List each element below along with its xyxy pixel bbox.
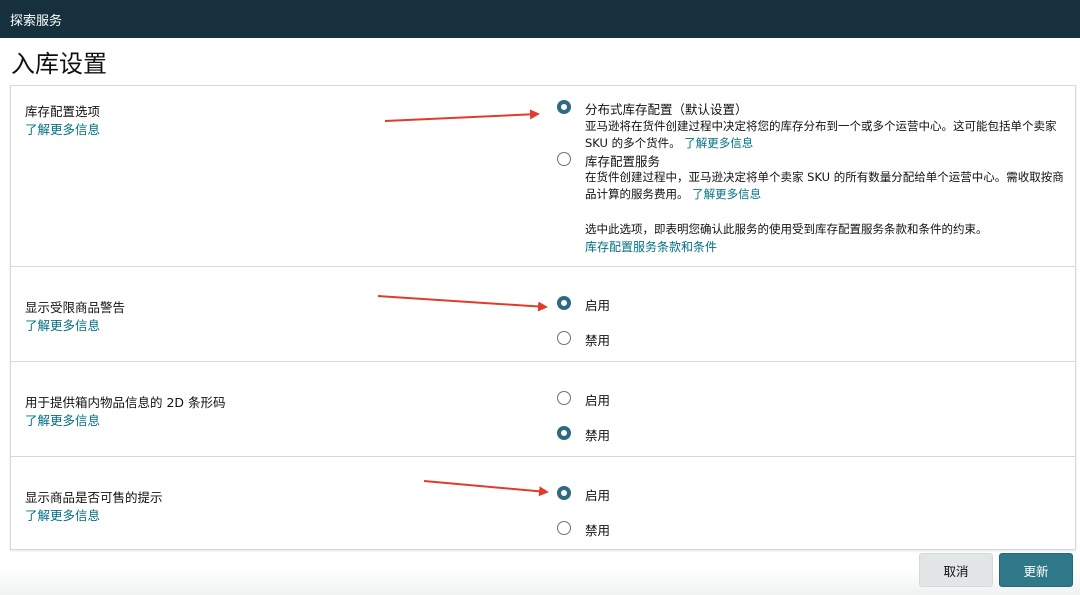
annotation-arrow — [377, 109, 549, 497]
annotation-arrow-restricted — [377, 295, 548, 312]
annotation-arrow-sellable — [423, 480, 549, 497]
update-button[interactable]: 更新 — [999, 553, 1073, 587]
footer-background — [0, 570, 1080, 595]
cancel-button[interactable]: 取消 — [919, 553, 993, 587]
annotation-arrow-inventory — [384, 109, 540, 122]
